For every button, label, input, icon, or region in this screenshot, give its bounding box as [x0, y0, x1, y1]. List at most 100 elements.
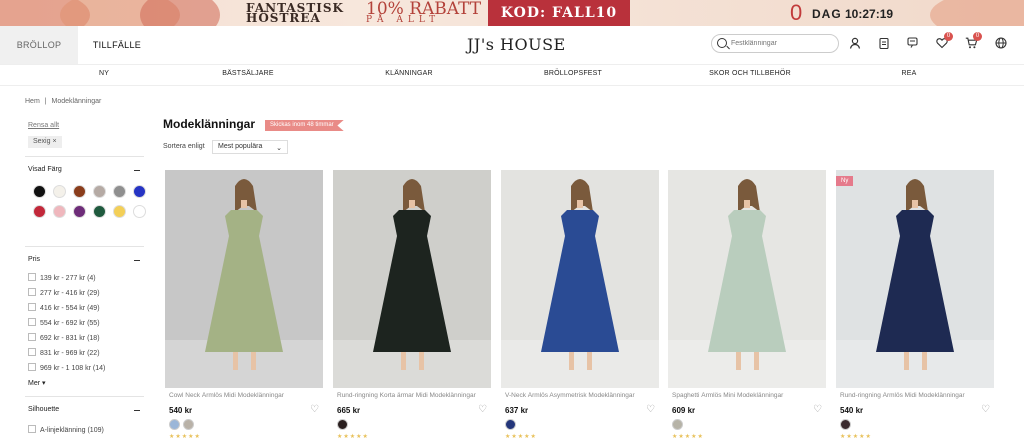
checkbox[interactable] [28, 333, 36, 341]
rating-stars-icon: ★★★★★ [505, 434, 537, 439]
price-option[interactable]: 554 kr - 692 kr (55) [28, 318, 100, 328]
product-image[interactable] [836, 170, 994, 388]
checkbox[interactable] [28, 348, 36, 356]
rating-stars-icon: ★★★★★ [169, 434, 201, 439]
color-option-dot[interactable] [840, 419, 851, 430]
site-header: BRÖLLOP TILLFÄLLE JJ's HOUSE 0 0 [0, 26, 1024, 64]
account-icon[interactable] [848, 37, 862, 51]
checkbox[interactable] [28, 303, 36, 311]
promo-banner[interactable]: FANTASTISK HÖSTREA 10% RABATT PÅ ALLT KOD:… [0, 0, 1024, 26]
silhouette-option[interactable]: A-linjeklänning (109) [28, 425, 104, 435]
main-nav: NY BÄSTSÄLJARE KLÄNNINGAR BRÖLLOPSFEST S… [0, 64, 1024, 86]
active-filter-chip[interactable]: Sexig × [28, 136, 62, 148]
product-price: 540 kr [840, 406, 864, 415]
banner-leaf-decoration [140, 0, 220, 26]
search-box[interactable] [711, 34, 839, 53]
color-option-dot[interactable] [505, 419, 516, 430]
collapse-minus-icon[interactable] [134, 260, 140, 262]
product-name[interactable]: Cowl Neck Ärmlös Midi Modeklänningar [169, 392, 319, 399]
order-list-icon[interactable] [877, 37, 891, 51]
product-name[interactable]: Spaghetti Ärmlös Mini Modeklänningar [672, 392, 822, 399]
nav-item-bastsaljare[interactable]: BÄSTSÄLJARE [222, 70, 274, 77]
rating-stars-icon: ★★★★★ [337, 434, 369, 439]
wishlist-badge: 0 [944, 32, 953, 41]
price-option[interactable]: 416 kr - 554 kr (49) [28, 303, 100, 313]
color-swatch[interactable] [53, 185, 66, 198]
heart-icon[interactable]: ♡ [478, 404, 487, 415]
collapse-minus-icon[interactable] [134, 410, 140, 412]
color-swatch[interactable] [113, 205, 126, 218]
price-option[interactable]: 969 kr - 1 108 kr (14) [28, 363, 105, 373]
rating-stars-icon: ★★★★★ [840, 434, 872, 439]
product-image[interactable] [333, 170, 491, 388]
product-name[interactable]: Rund-ringning Korta ärmar Midi Modeklänn… [337, 392, 487, 399]
cart-icon[interactable]: 0 [964, 32, 982, 51]
product-image[interactable] [668, 170, 826, 388]
checkbox[interactable] [28, 318, 36, 326]
color-option-dot[interactable] [672, 419, 683, 430]
color-filter-title[interactable]: Visad Färg [28, 166, 62, 173]
price-option[interactable]: 692 kr - 831 kr (18) [28, 333, 100, 343]
color-swatch[interactable] [33, 185, 46, 198]
dress-model-illustration [333, 179, 491, 388]
clear-all-link[interactable]: Rensa allt [28, 122, 59, 129]
price-option[interactable]: 139 kr - 277 kr (4) [28, 273, 96, 283]
language-globe-icon[interactable] [994, 37, 1008, 51]
checkbox[interactable] [28, 273, 36, 281]
site-logo[interactable]: JJ's HOUSE [467, 35, 566, 54]
product-price: 609 kr [672, 406, 696, 415]
color-swatch[interactable] [113, 185, 126, 198]
product-card[interactable]: Cowl Neck Ärmlös Midi Modeklänningar 540 … [165, 170, 323, 439]
color-option-dot[interactable] [183, 419, 194, 430]
price-filter-title[interactable]: Pris [28, 256, 40, 263]
color-swatch[interactable] [133, 205, 146, 218]
color-option-dot[interactable] [337, 419, 348, 430]
breadcrumb-current: Modeklänningar [51, 98, 102, 105]
heart-icon[interactable]: ♡ [981, 404, 990, 415]
color-swatch[interactable] [93, 205, 106, 218]
promo-code: KOD: FALL10 [488, 0, 630, 26]
color-option-dot[interactable] [169, 419, 180, 430]
color-swatch[interactable] [93, 185, 106, 198]
more-prices-link[interactable]: Mer ▾ [28, 379, 46, 387]
nav-item-skor-och-tillbehor[interactable]: SKOR OCH TILLBEHÖR [709, 70, 791, 77]
checkbox[interactable] [28, 363, 36, 371]
product-card[interactable]: V-Neck Ärmlös Asymmetrisk Modeklänningar… [501, 170, 659, 439]
sort-select[interactable]: Mest populära ⌄ [212, 140, 288, 154]
color-swatch[interactable] [133, 185, 146, 198]
product-image[interactable] [501, 170, 659, 388]
price-option[interactable]: 831 kr - 969 kr (22) [28, 348, 100, 358]
nav-item-klanningar[interactable]: KLÄNNINGAR [385, 70, 433, 77]
chevron-down-icon: ⌄ [276, 145, 282, 152]
heart-icon[interactable]: ♡ [310, 404, 319, 415]
dress-model-illustration [501, 179, 659, 388]
checkbox[interactable] [28, 288, 36, 296]
heart-icon[interactable]: ♡ [813, 404, 822, 415]
tab-brollop[interactable]: BRÖLLOP [0, 26, 78, 64]
product-card[interactable]: Ny Rund-ringning Ärmlös Midi Modeklänning… [836, 170, 994, 439]
chat-icon[interactable] [906, 37, 920, 51]
product-image[interactable] [165, 170, 323, 388]
color-swatch[interactable] [73, 205, 86, 218]
color-swatch[interactable] [33, 205, 46, 218]
nav-item-ny[interactable]: NY [99, 70, 109, 77]
nav-item-rea[interactable]: REA [902, 70, 917, 77]
price-option[interactable]: 277 kr - 416 kr (29) [28, 288, 100, 298]
breadcrumb-separator: | [44, 98, 47, 105]
product-card[interactable]: Spaghetti Ärmlös Mini Modeklänningar 609 … [668, 170, 826, 439]
color-swatch[interactable] [73, 185, 86, 198]
collapse-minus-icon[interactable] [134, 170, 140, 172]
search-input[interactable] [731, 37, 835, 50]
dress-model-illustration [165, 179, 323, 388]
wishlist-icon[interactable]: 0 [935, 32, 953, 51]
color-swatch[interactable] [53, 205, 66, 218]
silhouette-filter-title[interactable]: Silhouette [28, 406, 59, 413]
product-name[interactable]: Rund-ringning Ärmlös Midi Modeklänningar [840, 392, 990, 399]
checkbox[interactable] [28, 425, 36, 433]
product-card[interactable]: Rund-ringning Korta ärmar Midi Modeklänn… [333, 170, 491, 439]
nav-item-brollopsfest[interactable]: BRÖLLOPSFEST [544, 70, 602, 77]
tab-tillfalle[interactable]: TILLFÄLLE [78, 26, 156, 64]
heart-icon[interactable]: ♡ [646, 404, 655, 415]
product-name[interactable]: V-Neck Ärmlös Asymmetrisk Modeklänningar [505, 392, 655, 399]
breadcrumb-home[interactable]: Hem [25, 98, 40, 105]
